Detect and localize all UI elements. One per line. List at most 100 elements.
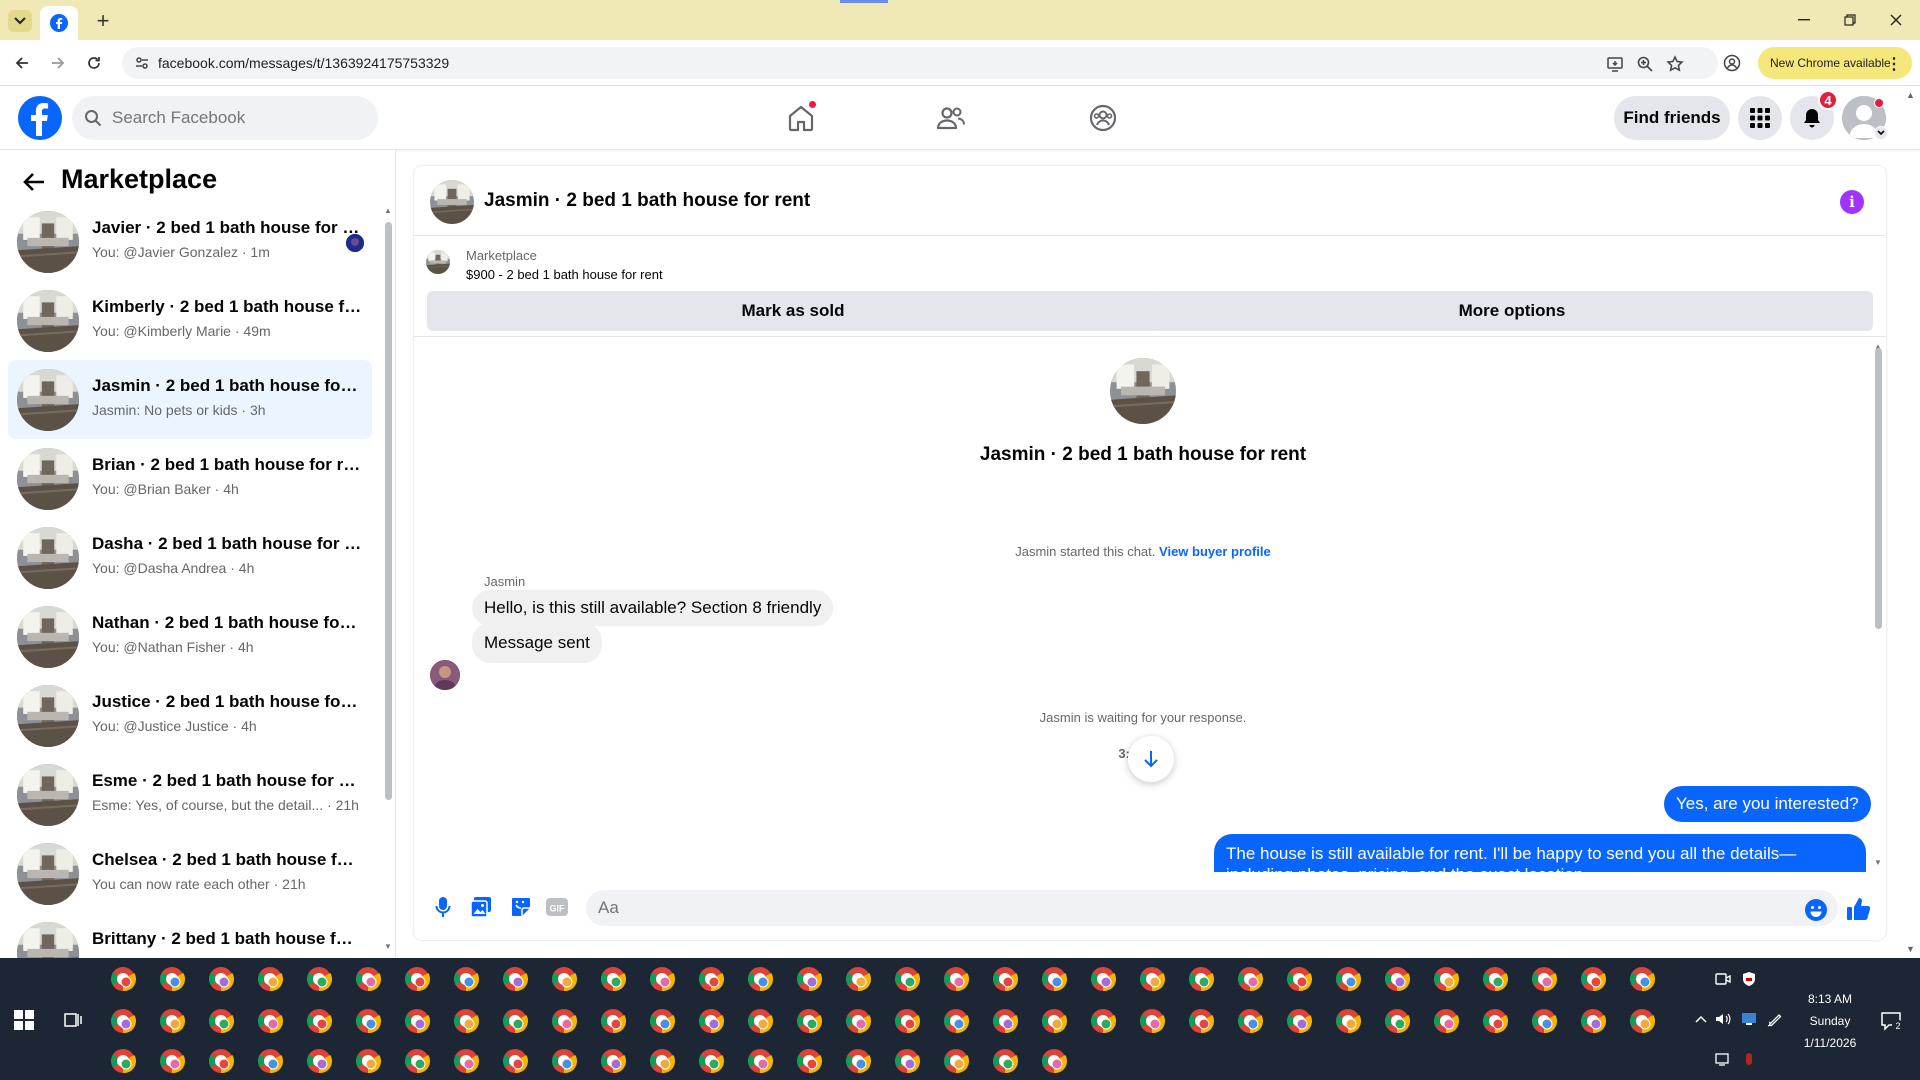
chrome-window-icon[interactable] <box>845 966 871 992</box>
emoji-button[interactable] <box>1804 898 1828 922</box>
site-settings-icon[interactable] <box>134 55 150 71</box>
action-center-icon[interactable] <box>1714 1050 1732 1068</box>
chrome-window-icon[interactable] <box>649 1048 675 1074</box>
chrome-window-icon[interactable] <box>1237 1008 1263 1034</box>
recording-icon[interactable] <box>1740 1050 1758 1068</box>
incoming-message[interactable]: Message sent <box>472 623 602 663</box>
chrome-window-icon[interactable] <box>1384 966 1410 992</box>
view-buyer-profile-link[interactable]: View buyer profile <box>1159 544 1271 559</box>
system-clock[interactable]: 8:13 AM Sunday 1/11/2026 <box>1784 988 1876 1054</box>
chrome-window-icon[interactable] <box>551 966 577 992</box>
chrome-window-icon[interactable] <box>159 966 185 992</box>
show-hidden-icons[interactable] <box>1692 1010 1710 1028</box>
chrome-window-icon[interactable] <box>1384 1008 1410 1034</box>
start-button[interactable] <box>14 1010 34 1030</box>
chrome-window-icon[interactable] <box>1237 966 1263 992</box>
scroll-up-arrow[interactable]: ▲ <box>383 206 393 216</box>
chrome-window-icon[interactable] <box>1433 1008 1459 1034</box>
thread-scrollbar[interactable] <box>1875 348 1882 629</box>
minimize-button[interactable] <box>1784 8 1824 32</box>
chrome-window-icon[interactable] <box>894 1048 920 1074</box>
chrome-window-icon[interactable] <box>747 1008 773 1034</box>
chrome-window-icon[interactable] <box>1090 1008 1116 1034</box>
browser-profile-button[interactable] <box>1720 51 1744 75</box>
chrome-window-icon[interactable] <box>845 1008 871 1034</box>
incoming-message[interactable]: Hello, is this still available? Section … <box>472 590 834 626</box>
reload-button[interactable] <box>82 51 106 75</box>
conversation-item[interactable]: Javier · 2 bed 1 bath house for rent You:… <box>8 202 372 281</box>
task-view-button[interactable] <box>62 1010 82 1030</box>
chrome-window-icon[interactable] <box>1188 1008 1214 1034</box>
chrome-window-icon[interactable] <box>306 1048 332 1074</box>
chrome-window-icon[interactable] <box>1188 966 1214 992</box>
chrome-window-icon[interactable] <box>1335 1008 1361 1034</box>
conversation-item[interactable]: Justice · 2 bed 1 bath house for rent You… <box>8 676 372 755</box>
chrome-window-icon[interactable] <box>453 1048 479 1074</box>
chrome-window-icon[interactable] <box>1286 1008 1312 1034</box>
chrome-window-icon[interactable] <box>894 1008 920 1034</box>
chrome-window-icon[interactable] <box>796 1008 822 1034</box>
chrome-window-icon[interactable] <box>1629 1008 1655 1034</box>
chrome-window-icon[interactable] <box>453 1008 479 1034</box>
gif-button[interactable]: GIF <box>544 894 570 920</box>
chrome-window-icon[interactable] <box>159 1008 185 1034</box>
chrome-window-icon[interactable] <box>1139 966 1165 992</box>
chrome-window-icon[interactable] <box>992 1048 1018 1074</box>
thread-scroll-down-arrow[interactable]: ▼ <box>1874 858 1882 867</box>
chrome-window-icon[interactable] <box>208 1008 234 1034</box>
chrome-window-icon[interactable] <box>257 966 283 992</box>
new-tab-button[interactable]: + <box>90 8 116 34</box>
chrome-window-icon[interactable] <box>110 966 136 992</box>
chrome-window-icon[interactable] <box>747 1048 773 1074</box>
chrome-window-icon[interactable] <box>1629 966 1655 992</box>
chrome-window-icon[interactable] <box>551 1048 577 1074</box>
conversation-item[interactable]: Jasmin · 2 bed 1 bath house for rent Jasm… <box>8 360 372 439</box>
nav-groups[interactable] <box>1048 94 1158 142</box>
chrome-window-icon[interactable] <box>796 1048 822 1074</box>
page-scroll-down-arrow[interactable]: ▼ <box>1906 944 1915 954</box>
zoom-icon[interactable] <box>1636 55 1654 73</box>
new-chrome-available-button[interactable]: New Chrome available ⋮ <box>1758 47 1912 79</box>
conversation-item[interactable]: Brittany · 2 bed 1 bath house for rent <box>8 913 372 958</box>
chrome-window-icon[interactable] <box>649 1008 675 1034</box>
tab-search-button[interactable] <box>8 10 32 32</box>
chrome-window-icon[interactable] <box>1580 966 1606 992</box>
conversation-item[interactable]: Nathan · 2 bed 1 bath house for rent You:… <box>8 597 372 676</box>
chrome-window-icon[interactable] <box>1139 1008 1165 1034</box>
forward-button[interactable] <box>46 51 70 75</box>
chrome-window-icon[interactable] <box>355 1008 381 1034</box>
chrome-window-icon[interactable] <box>551 1008 577 1034</box>
chrome-window-icon[interactable] <box>1531 966 1557 992</box>
chrome-window-icon[interactable] <box>306 966 332 992</box>
search-box[interactable] <box>72 96 378 140</box>
chrome-window-icon[interactable] <box>698 966 724 992</box>
chrome-window-icon[interactable] <box>208 1048 234 1074</box>
message-input[interactable] <box>586 890 1838 926</box>
chrome-window-icon[interactable] <box>845 1048 871 1074</box>
chrome-window-icon[interactable] <box>600 1048 626 1074</box>
address-bar[interactable]: facebook.com/messages/t/1363924175753329 <box>122 47 1718 79</box>
chat-title[interactable]: Jasmin · 2 bed 1 bath house for rent <box>484 190 810 212</box>
outgoing-message[interactable]: Yes, are you interested? <box>1664 786 1871 822</box>
chrome-window-icon[interactable] <box>1531 1008 1557 1034</box>
chrome-window-icon[interactable] <box>1482 966 1508 992</box>
menu-button[interactable] <box>1738 96 1782 140</box>
chrome-window-icon[interactable] <box>159 1048 185 1074</box>
close-window-button[interactable] <box>1876 8 1916 32</box>
voice-clip-button[interactable] <box>430 894 456 920</box>
install-app-icon[interactable] <box>1606 55 1624 73</box>
chrome-window-icon[interactable] <box>698 1048 724 1074</box>
conversation-item[interactable]: Esme · 2 bed 1 bath house for rent Esme: … <box>8 755 372 834</box>
chrome-window-icon[interactable] <box>992 966 1018 992</box>
meet-now-icon[interactable] <box>1714 970 1732 988</box>
scroll-to-bottom-button[interactable] <box>1128 736 1174 782</box>
chrome-window-icon[interactable] <box>600 966 626 992</box>
chat-avatar[interactable] <box>430 180 474 224</box>
bookmark-star-icon[interactable] <box>1666 55 1684 73</box>
chrome-window-icon[interactable] <box>1041 1008 1067 1034</box>
security-shield-icon[interactable] <box>1740 970 1758 988</box>
chrome-window-icon[interactable] <box>1580 1008 1606 1034</box>
chrome-window-icon[interactable] <box>110 1048 136 1074</box>
listing-detail[interactable]: $900 - 2 bed 1 bath house for rent <box>466 267 663 282</box>
chrome-window-icon[interactable] <box>404 966 430 992</box>
